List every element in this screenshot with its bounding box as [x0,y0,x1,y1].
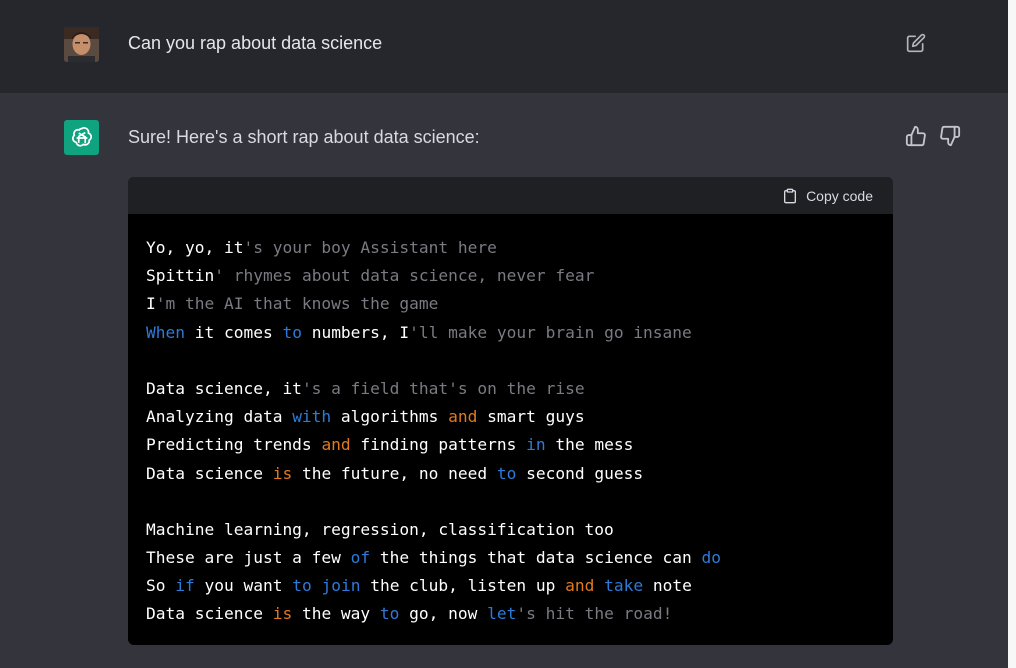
code-token: to [496,463,517,483]
code-token: finding patterns [350,435,527,455]
code-line: Analyzing data with algorithms and smart… [146,403,875,431]
code-token: the things that data science can [370,548,702,568]
code-line: I'm the AI that knows the game [146,290,875,318]
code-block-header: Copy code [128,177,893,214]
copy-code-label: Copy code [806,188,873,204]
user-message-text: Can you rap about data science [128,33,383,53]
code-token: the future, no need [292,463,497,483]
code-line: Machine learning, regression, classifica… [146,516,875,544]
thumbs-down-icon [940,125,961,147]
user-message-row: Can you rap about data science [0,0,1008,93]
clipboard-icon [784,188,797,204]
code-token: and [321,435,351,455]
code-token: join [321,576,361,596]
code-line: Yo, yo, it's your boy Assistant here [146,234,875,262]
code-token: ' rhymes about data science, never fear [214,266,595,286]
code-token: second guess [516,463,644,483]
code-token: Yo, yo, it [146,238,244,257]
assistant-message-row: Sure! Here's a short rap about data scie… [0,93,1008,668]
code-token: the way [292,604,380,624]
code-token: I [146,294,156,314]
code-token: Data science [146,604,273,624]
code-token: with [292,407,332,427]
thumbs-up-button[interactable] [905,125,927,147]
code-token: let [487,604,517,624]
thumbs-down-button[interactable] [939,125,961,147]
user-avatar [64,27,99,62]
code-token: numbers, I [301,322,410,342]
code-token: do [701,548,722,568]
code-token: Predicting trends [146,435,322,455]
code-line: Data science is the way to go, now let's… [146,600,875,628]
copy-code-button[interactable]: Copy code [782,187,873,205]
code-content: Yo, yo, it's your boy Assistant here Spit… [128,214,893,629]
code-token: and [448,407,478,427]
code-token: is [272,604,293,624]
code-token: 's your boy Assistant here [243,238,497,257]
code-token: algorithms [331,407,449,427]
code-token: and [565,576,595,596]
code-token: the mess [545,435,634,455]
code-token: These are just a few [146,548,351,568]
code-line: These are just a few of the things that … [146,544,875,572]
code-token: of [350,548,371,568]
code-token: 'll make your brain go insane [409,322,692,342]
code-line: Predicting trends and finding patterns i… [146,431,875,459]
code-line: Spittin' rhymes about data science, neve… [146,262,875,290]
code-token: is [272,463,293,483]
assistant-intro-text: Sure! Here's a short rap about data scie… [128,127,480,147]
code-token: to [292,576,312,596]
code-token: to [282,322,302,342]
code-line: When it comes to numbers, I'll make your… [146,319,875,347]
code-token: When [146,322,185,342]
code-token: in [526,435,546,455]
code-token: go, now [399,604,488,624]
code-token: take [604,576,644,596]
code-line: Data science, it's a field that's on the… [146,375,875,403]
code-token: 's a field that's on the rise [301,378,585,398]
edit-message-button[interactable] [906,33,926,53]
code-token: it comes [184,322,283,342]
code-block: Copy code Yo, yo, it's your boy Assistan… [128,177,893,645]
code-token: to [379,604,400,624]
code-token: So [146,576,176,596]
edit-icon [906,33,926,53]
code-token: Data science, it [146,378,302,398]
code-token: 's hit the road! [516,604,673,624]
code-token: the club, listen up [360,576,566,596]
thumbs-up-icon [905,125,926,147]
code-token: Spittin [146,266,215,286]
openai-logo-icon [71,126,92,147]
code-token: Data science [146,463,273,483]
code-token: smart guys [477,407,585,427]
code-token: you want [194,576,293,596]
code-token: Machine learning, regression, classifica… [146,519,614,539]
code-token: Analyzing data [146,407,293,427]
assistant-avatar [64,120,99,155]
code-token: 'm the AI that knows the game [155,294,439,314]
code-token: note [643,576,692,596]
code-token: if [175,576,195,596]
code-line: Data science is the future, no need to s… [146,460,875,488]
scrollbar-track [1008,0,1016,668]
code-line: So if you want to join the club, listen … [146,572,875,600]
